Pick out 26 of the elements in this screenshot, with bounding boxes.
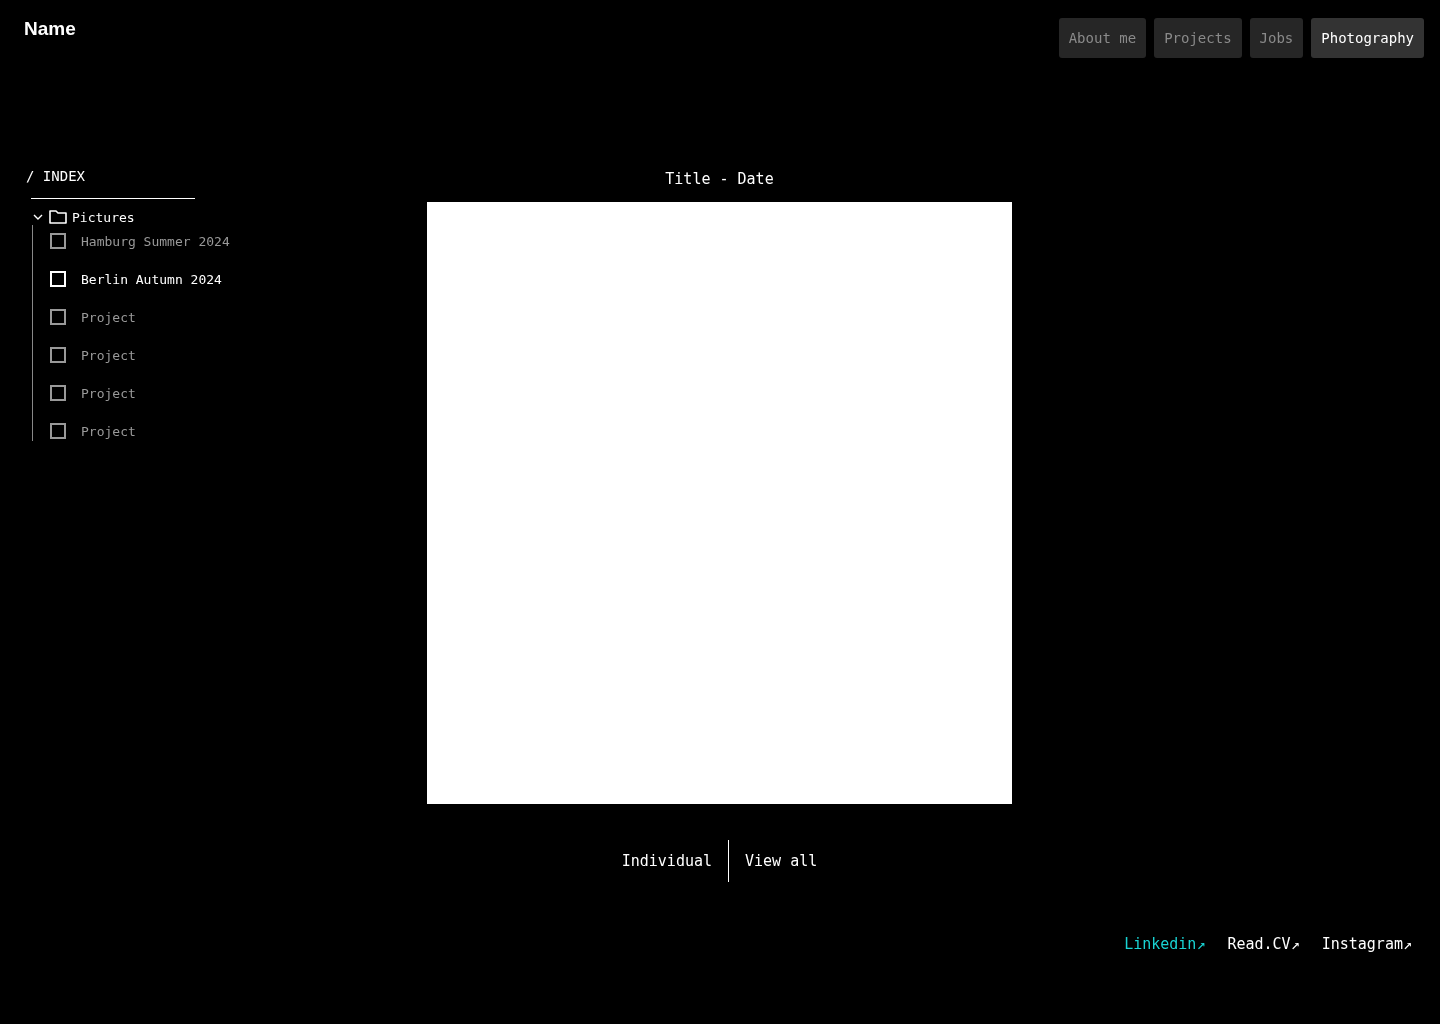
project-item[interactable]: Project	[50, 309, 136, 325]
project-item[interactable]: Project	[50, 385, 136, 401]
folder-item[interactable]: Pictures	[32, 209, 246, 225]
folder-icon	[48, 209, 68, 225]
nav-tab[interactable]: About me	[1058, 18, 1147, 58]
checkbox-icon	[50, 423, 66, 439]
site-name: Name	[24, 18, 76, 40]
view-mode-link[interactable]: Individual	[605, 840, 729, 882]
photo-title: Title - Date	[665, 170, 774, 188]
project-item[interactable]: Hamburg Summer 2024	[50, 233, 230, 249]
social-link[interactable]: Read.CV↗	[1227, 935, 1300, 953]
index-heading: / INDEX	[26, 168, 85, 186]
checkbox-icon	[50, 347, 66, 363]
nav-tab[interactable]: Jobs	[1249, 18, 1304, 58]
checkbox-icon	[50, 233, 66, 249]
nav-tab[interactable]: Photography	[1311, 18, 1424, 58]
project-item[interactable]: Project	[50, 347, 136, 363]
project-item[interactable]: Project	[50, 423, 136, 439]
checkbox-icon	[50, 385, 66, 401]
social-link[interactable]: Instagram↗	[1321, 935, 1412, 953]
checkbox-icon	[50, 309, 66, 325]
project-item[interactable]: Berlin Autumn 2024	[50, 271, 222, 287]
social-link[interactable]: Linkedin↗	[1124, 935, 1206, 953]
nav-tab[interactable]: Projects	[1154, 18, 1242, 58]
checkbox-icon	[50, 271, 66, 287]
view-mode-link[interactable]: View all	[728, 840, 834, 882]
